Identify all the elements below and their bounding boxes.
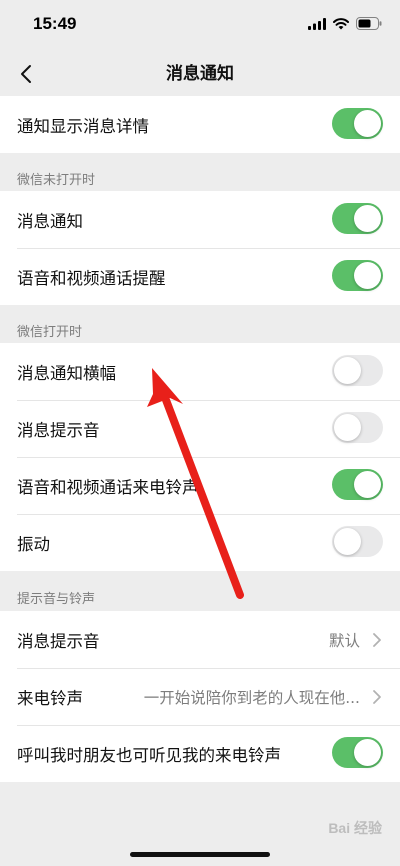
toggle-vibration[interactable] [332,526,383,557]
group-sounds: 消息提示音 默认 来电铃声 一开始说陪你到老的人现在他... 呼叫我时朋友也可听… [0,611,400,782]
setting-row-message-tone[interactable]: 消息提示音 默认 [0,611,400,668]
toggle-knob [354,262,381,289]
setting-label: 呼叫我时朋友也可听见我的来电铃声 [17,745,281,765]
setting-row-message-notification: 消息通知 [0,191,400,248]
setting-value: 一开始说陪你到老的人现在他... [143,688,360,707]
chevron-right-icon [373,633,381,647]
setting-label: 振动 [17,534,50,554]
toggle-knob [354,110,381,137]
toggle-banner[interactable] [332,355,383,386]
setting-label: 消息通知横幅 [17,363,116,383]
group-wechat-closed: 消息通知 语音和视频通话提醒 [0,191,400,305]
back-button[interactable] [10,58,42,90]
battery-icon [356,17,382,30]
setting-label: 通知显示消息详情 [17,116,149,136]
section-header-wechat-open: 微信打开时 [17,325,83,340]
toggle-message-notification[interactable] [332,203,383,234]
back-chevron-icon [21,65,31,83]
status-icons [308,17,382,30]
page-title: 消息通知 [166,64,234,84]
nav-bar: 消息通知 [0,52,400,96]
chevron-right-icon [373,690,381,704]
status-time: 15:49 [33,14,77,33]
setting-row-call-reminder: 语音和视频通话提醒 [0,248,400,305]
toggle-knob [354,205,381,232]
top-group: 通知显示消息详情 [0,96,400,153]
toggle-message-sound[interactable] [332,412,383,443]
setting-label: 来电铃声 [17,688,83,708]
watermark: Bai 经验 [328,820,382,836]
toggle-knob [334,414,361,441]
setting-label: 消息提示音 [17,420,100,440]
toggle-friends-hear-ringtone[interactable] [332,737,383,768]
status-bar: 15:49 [0,0,400,52]
toggle-call-ringtone[interactable] [332,469,383,500]
toggle-knob [354,739,381,766]
setting-row-show-details: 通知显示消息详情 [0,96,400,153]
toggle-knob [354,471,381,498]
toggle-call-reminder[interactable] [332,260,383,291]
setting-label: 语音和视频通话来电铃声 [17,477,199,497]
setting-label: 语音和视频通话提醒 [17,268,166,288]
setting-row-banner: 消息通知横幅 [0,343,400,400]
toggle-knob [334,357,361,384]
section-header-wechat-closed: 微信未打开时 [17,173,96,188]
setting-label: 消息提示音 [17,631,100,651]
group-wechat-open: 消息通知横幅 消息提示音 语音和视频通话来电铃声 振动 [0,343,400,571]
home-indicator [130,852,270,857]
setting-label: 消息通知 [17,211,83,231]
toggle-show-details[interactable] [332,108,383,139]
section-header-sounds: 提示音与铃声 [17,592,96,607]
setting-row-friends-hear-ringtone: 呼叫我时朋友也可听见我的来电铃声 [0,725,400,782]
signal-icon [308,17,326,30]
setting-row-vibration: 振动 [0,514,400,571]
toggle-knob [334,528,361,555]
setting-row-ringtone[interactable]: 来电铃声 一开始说陪你到老的人现在他... [0,668,400,725]
wifi-icon [333,17,349,29]
setting-row-message-sound: 消息提示音 [0,400,400,457]
setting-row-call-ringtone: 语音和视频通话来电铃声 [0,457,400,514]
setting-value: 默认 [328,631,360,650]
